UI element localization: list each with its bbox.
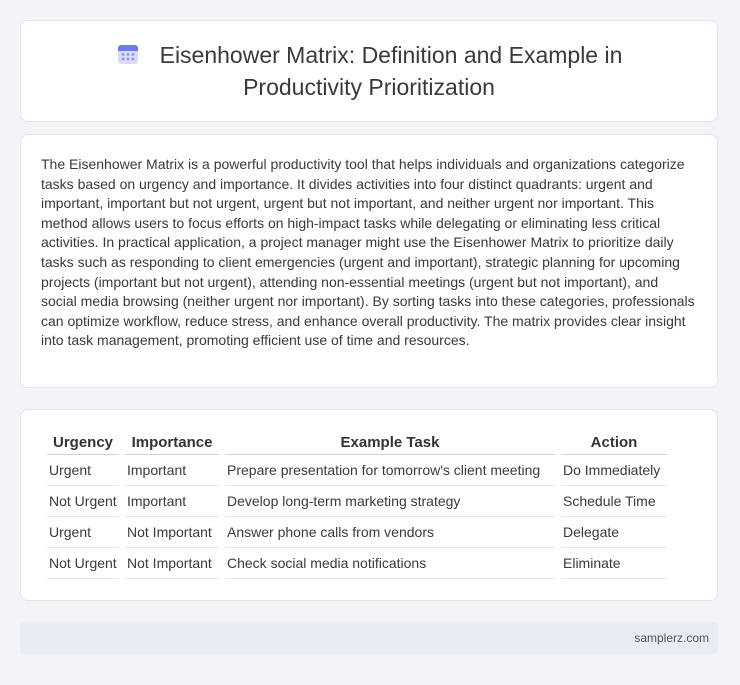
cell-importance: Important [125, 486, 219, 517]
description-card: The Eisenhower Matrix is a powerful prod… [20, 134, 718, 388]
cell-example-task: Answer phone calls from vendors [225, 517, 555, 548]
table-header-row: Urgency Importance Example Task Action [47, 432, 667, 455]
cell-example-task: Develop long-term marketing strategy [225, 486, 555, 517]
page-title: Eisenhower Matrix: Definition and Exampl… [159, 41, 623, 100]
cell-action: Delegate [561, 517, 667, 548]
table-row: Not Urgent Important Develop long-term m… [47, 486, 667, 517]
cell-example-task: Prepare presentation for tomorrow's clie… [225, 455, 555, 486]
cell-urgency: Not Urgent [47, 548, 119, 579]
table-row: Urgent Important Prepare presentation fo… [47, 455, 667, 486]
table-card: Urgency Importance Example Task Action U… [20, 409, 718, 601]
page-title-wrap: Eisenhower Matrix: Definition and Exampl… [89, 41, 649, 102]
cell-example-task: Check social media notifications [225, 548, 555, 579]
cell-urgency: Not Urgent [47, 486, 119, 517]
footer: samplerz.com [20, 622, 718, 654]
cell-importance: Not Important [125, 517, 219, 548]
cell-importance: Important [125, 455, 219, 486]
header-urgency: Urgency [47, 432, 119, 455]
header-action: Action [561, 432, 667, 455]
header-importance: Importance [125, 432, 219, 455]
footer-site[interactable]: samplerz.com [634, 631, 709, 645]
description-text: The Eisenhower Matrix is a powerful prod… [41, 156, 695, 349]
matrix-table: Urgency Importance Example Task Action U… [41, 432, 673, 579]
cell-urgency: Urgent [47, 517, 119, 548]
header-example-task: Example Task [225, 432, 555, 455]
calendar-icon [116, 42, 140, 73]
cell-action: Eliminate [561, 548, 667, 579]
cell-action: Schedule Time [561, 486, 667, 517]
table-row: Urgent Not Important Answer phone calls … [47, 517, 667, 548]
cell-urgency: Urgent [47, 455, 119, 486]
cell-action: Do Immediately [561, 455, 667, 486]
cell-importance: Not Important [125, 548, 219, 579]
table-row: Not Urgent Not Important Check social me… [47, 548, 667, 579]
title-card: Eisenhower Matrix: Definition and Exampl… [20, 20, 718, 122]
